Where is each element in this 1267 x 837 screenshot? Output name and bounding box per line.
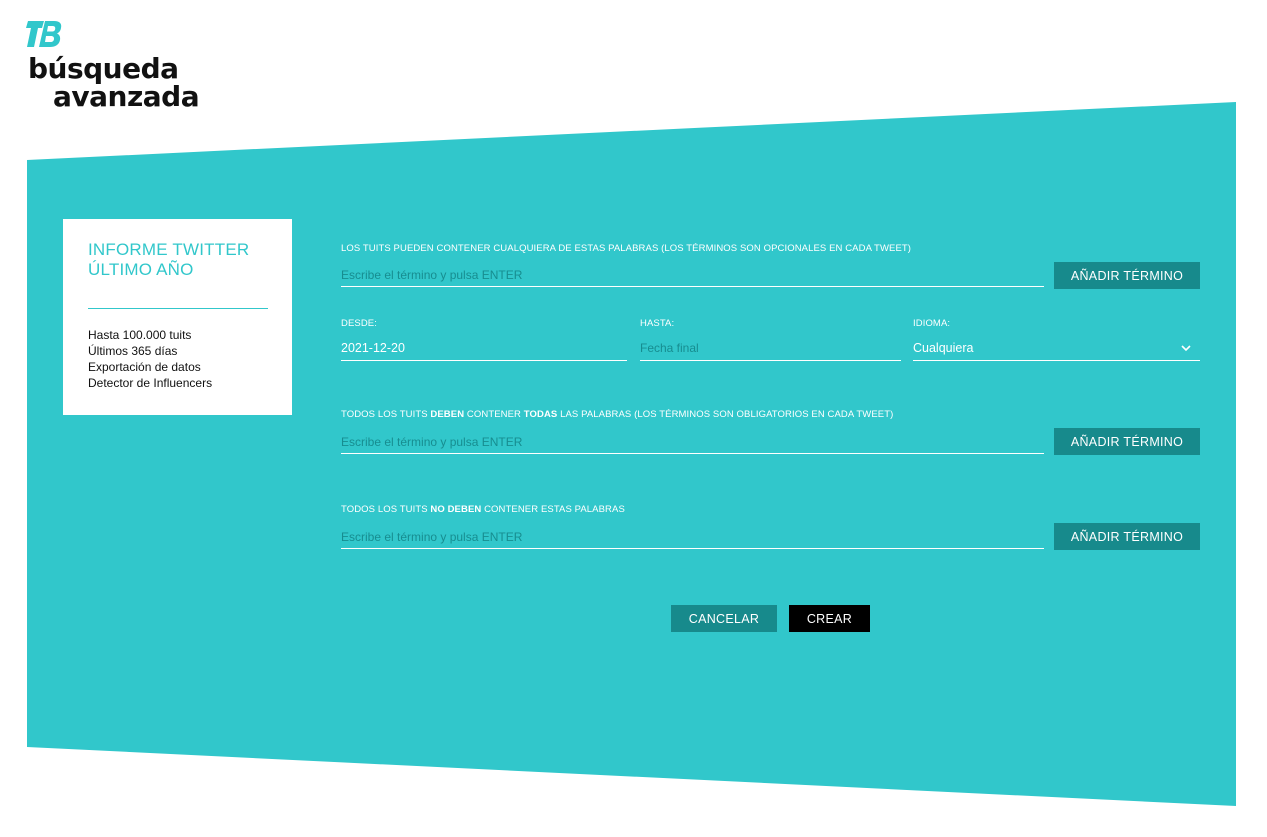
to-date-placeholder[interactable]: Fecha final — [640, 341, 699, 355]
all-words-input[interactable] — [341, 430, 1044, 453]
to-date-label: HASTA: — [640, 318, 675, 329]
plan-feature-list: Hasta 100.000 tuits Últimos 365 días Exp… — [88, 327, 267, 391]
add-any-term-button[interactable]: AÑADIR TÉRMINO — [1054, 262, 1200, 289]
plan-title-line-2: ÚLTIMO AÑO — [88, 260, 194, 279]
plan-feature: Últimos 365 días — [88, 344, 178, 358]
brand-logo-icon — [26, 21, 62, 47]
plan-feature: Exportación de datos — [88, 360, 201, 374]
all-words-label: TODOS LOS TUITS DEBEN CONTENER TODAS LAS… — [341, 409, 893, 420]
from-date-label: DESDE: — [341, 318, 377, 329]
chevron-down-icon[interactable] — [1180, 342, 1192, 354]
plan-title-line-1: INFORME TWITTER — [88, 240, 250, 259]
any-words-field[interactable] — [341, 263, 1044, 287]
all-words-label-bold: DEBEN — [430, 409, 465, 420]
all-words-label-part: CONTENER — [464, 409, 524, 420]
brand-line-1: búsqueda — [28, 52, 179, 85]
from-date-field[interactable]: 2021-12-20 — [341, 337, 627, 361]
plan-feature: Hasta 100.000 tuits — [88, 328, 192, 342]
add-none-term-button[interactable]: AÑADIR TÉRMINO — [1054, 523, 1200, 550]
none-words-label-part: CONTENER ESTAS PALABRAS — [481, 504, 625, 515]
brand-line-2: avanzada — [53, 80, 200, 113]
plan-title: INFORME TWITTER ÚLTIMO AÑO — [88, 240, 267, 280]
none-words-label: TODOS LOS TUITS NO DEBEN CONTENER ESTAS … — [341, 504, 625, 515]
all-words-field[interactable] — [341, 430, 1044, 454]
none-words-label-bold: NO DEBEN — [430, 504, 482, 515]
none-words-field[interactable] — [341, 525, 1044, 549]
language-value[interactable]: Cualquiera — [913, 341, 973, 355]
plan-divider — [88, 308, 268, 309]
all-words-label-part: TODOS LOS TUITS — [341, 409, 431, 420]
plan-feature: Detector de Influencers — [88, 376, 213, 390]
none-words-label-part: TODOS LOS TUITS — [341, 504, 431, 515]
language-label: IDIOMA: — [913, 318, 951, 329]
plan-info-card: INFORME TWITTER ÚLTIMO AÑO Hasta 100.000… — [63, 219, 292, 415]
add-all-term-button[interactable]: AÑADIR TÉRMINO — [1054, 428, 1200, 455]
all-words-label-bold: TODAS — [523, 409, 558, 420]
from-date-value[interactable]: 2021-12-20 — [341, 341, 405, 355]
cancel-button[interactable]: CANCELAR — [671, 605, 777, 632]
none-words-input[interactable] — [341, 525, 1044, 548]
all-words-label-part: LAS PALABRAS (LOS TÉRMINOS SON OBLIGATOR… — [557, 409, 894, 420]
create-button[interactable]: CREAR — [789, 605, 870, 632]
to-date-field[interactable]: Fecha final — [640, 337, 901, 361]
any-words-label: LOS TUITS PUEDEN CONTENER CUALQUIERA DE … — [341, 243, 912, 254]
brand-wordmark: búsqueda avanzada — [28, 55, 228, 111]
any-words-input[interactable] — [341, 263, 1044, 286]
language-select[interactable]: Cualquiera — [913, 337, 1200, 361]
